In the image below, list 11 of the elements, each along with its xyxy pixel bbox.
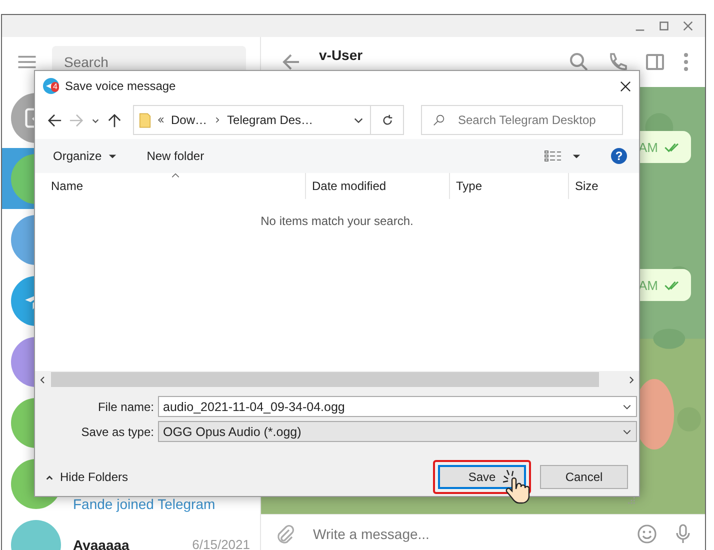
notification-badge: 4 [51,82,60,92]
chat-preview: Fande joined Telegram [73,496,216,512]
contact-name: v-User [319,47,364,63]
field-label: Save as type: [81,424,154,438]
message-time: AM [638,278,658,292]
message-time: AM [638,140,658,154]
chat-name: Avaaaaa [73,536,130,550]
field-label: File name: [98,400,154,414]
empty-message: No items match your search. [260,214,414,230]
chat-date: 6/15/2021 [192,536,250,550]
dialog-title: Save voice message [65,79,177,93]
